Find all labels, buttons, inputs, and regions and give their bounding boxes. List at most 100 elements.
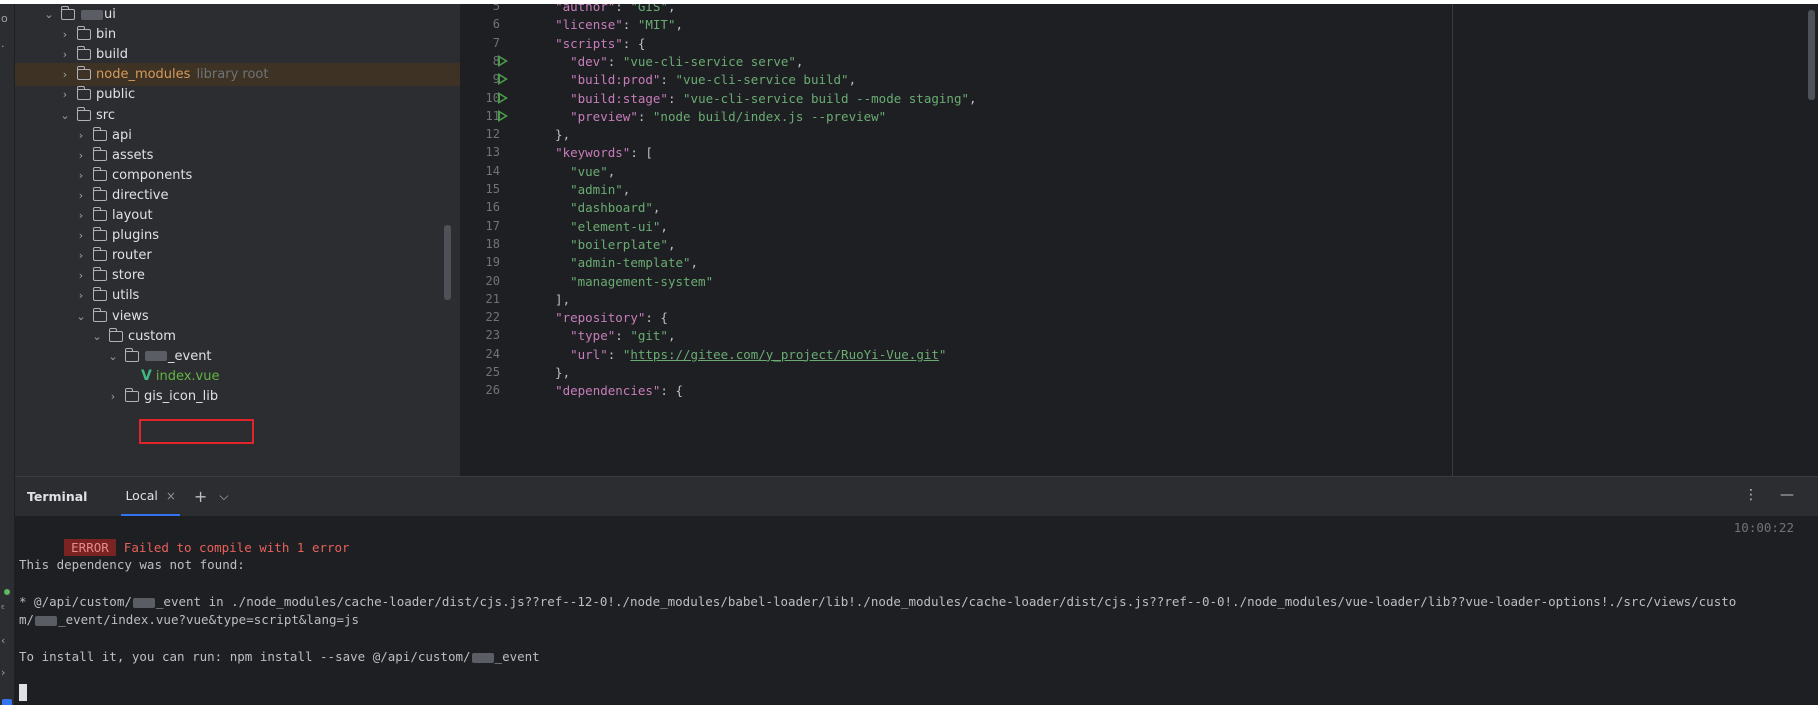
- chevron-down-icon[interactable]: ⌵: [219, 489, 228, 504]
- dep-prefix: * @/api/custom/: [19, 594, 132, 609]
- editor-gutter: 5 6 7 8 9 10 11 12 13 14 15 16 17 18 19 20 21 22 23 24 25 26: [460, 4, 530, 476]
- folder-icon: [76, 86, 91, 101]
- dep-cont-prefix: m/: [19, 612, 35, 627]
- chevron-right-icon[interactable]: ›: [75, 249, 87, 262]
- dependency-line: * @/api/custom/ _event in ./node_modules/…: [19, 592, 1736, 612]
- install-cmd: To install it, you can run: npm install …: [19, 649, 471, 664]
- folder-icon: [92, 307, 107, 322]
- chevron-down-icon[interactable]: ⌄: [43, 8, 55, 21]
- code-line: "preview": "node build/index.js --previe…: [570, 108, 887, 124]
- code-editor[interactable]: 5 6 7 8 9 10 11 12 13 14 15 16 17 18 19 20 21 22 23 24 25 26 …: [460, 4, 1818, 476]
- chevron-down-icon[interactable]: ⌄: [75, 310, 87, 323]
- tree-item-label: node_modules: [96, 67, 191, 83]
- tree-item-label: custom: [128, 328, 176, 344]
- dep-cont-path: _event/index.vue?vue&type=script&lang=js: [58, 612, 360, 627]
- terminal-output[interactable]: ERROR Failed to compile with 1 error 10:0…: [15, 516, 1818, 705]
- chevron-down-icon[interactable]: ⌄: [107, 350, 119, 363]
- chevron-down-icon[interactable]: ⌄: [91, 330, 103, 343]
- redacted-text: [132, 597, 155, 608]
- folder-icon: [124, 387, 139, 402]
- chevron-right-icon[interactable]: ›: [75, 149, 87, 162]
- timestamp: 10:00:22: [1733, 520, 1794, 535]
- code-line: "url": "https://gitee.com/y_project/RuoY…: [570, 346, 947, 362]
- dependency-line-cont: m/ _event/index.vue?vue&type=script&lang=…: [19, 610, 359, 630]
- tree-item-label: components: [112, 167, 193, 183]
- tree-item-label: store: [112, 268, 145, 284]
- toolbar-glyph-icon[interactable]: ᵋ: [1, 602, 5, 615]
- tab-local-label: Local: [125, 488, 158, 503]
- chevron-right-icon[interactable]: ›: [75, 289, 87, 302]
- chevron-right-icon[interactable]: ›: [59, 28, 71, 41]
- folder-icon: [92, 207, 107, 221]
- redacted-text: [145, 351, 167, 362]
- folder-icon: [92, 186, 107, 201]
- dep-path: _event in ./node_modules/cache-loader/di…: [155, 594, 1737, 609]
- chevron-right-icon[interactable]: ›: [107, 390, 119, 403]
- toolbar-blue-icon[interactable]: [2, 699, 12, 705]
- folder-icon: [76, 66, 91, 81]
- folder-icon: [92, 267, 107, 282]
- error-message: Failed to compile with 1 error: [123, 540, 350, 555]
- chevron-right-icon[interactable]: ›: [75, 189, 87, 202]
- tree-item-label: router: [112, 248, 152, 264]
- run-script-icon[interactable]: [498, 73, 508, 86]
- terminal-panel: Terminal Local × + ⌵ ⋮ — ERROR Failed to …: [15, 476, 1818, 705]
- chevron-right-icon[interactable]: ›: [75, 129, 87, 142]
- editor-scrollbar[interactable]: [1808, 10, 1815, 100]
- folder-icon: [76, 26, 91, 41]
- run-script-icon[interactable]: [498, 91, 508, 104]
- redacted-text: [35, 615, 58, 626]
- chevron-right-icon[interactable]: ›: [75, 169, 87, 182]
- close-icon[interactable]: ×: [166, 489, 176, 503]
- folder-icon: [92, 146, 107, 161]
- chevron-right-icon[interactable]: ›: [75, 229, 87, 242]
- run-script-icon[interactable]: [498, 109, 508, 122]
- folder-icon: [76, 46, 91, 61]
- toolbar-glyph-icon[interactable]: ·: [1, 40, 5, 53]
- minimize-icon[interactable]: —: [1780, 487, 1794, 503]
- right-margin-guide: [1452, 4, 1453, 476]
- terminal-actions: ⋮ —: [1744, 487, 1794, 503]
- error-badge: ERROR: [64, 539, 116, 556]
- left-toolbar: o · ᵋ ‹ ›: [0, 4, 15, 705]
- folder-icon: [60, 6, 75, 20]
- terminal-title: Terminal: [27, 489, 88, 504]
- add-tab-icon[interactable]: +: [194, 487, 207, 506]
- chevron-right-icon[interactable]: ›: [59, 48, 71, 61]
- tab-local[interactable]: Local ×: [121, 477, 180, 516]
- folder-icon: [108, 327, 123, 342]
- chevron-right-icon[interactable]: ›: [59, 88, 71, 101]
- tree-item[interactable]: › gis_icon_lib: [15, 385, 460, 408]
- tree-item-label: bin: [96, 27, 117, 43]
- toolbar-glyph-icon[interactable]: o: [1, 12, 8, 25]
- tree-item-label: public: [96, 87, 136, 103]
- folder-icon: [92, 287, 107, 302]
- folder-icon: [92, 126, 107, 141]
- chevron-right-icon[interactable]: ›: [75, 209, 87, 222]
- chevron-right-icon[interactable]: ›: [75, 269, 87, 282]
- tree-item-label: ui: [104, 7, 116, 22]
- not-found-line: This dependency was not found:: [19, 557, 245, 572]
- tree-item-label: api: [112, 127, 132, 143]
- selection-highlight-box: [139, 419, 254, 444]
- code-line: "dependencies": {: [555, 383, 683, 399]
- folder-icon: [92, 166, 107, 181]
- vue-file-icon: V: [141, 368, 152, 385]
- tree-item-label: gis_icon_lib: [144, 388, 219, 404]
- chevron-right-icon[interactable]: ›: [59, 68, 71, 81]
- folder-icon: [92, 227, 107, 242]
- chevron-down-icon[interactable]: ⌄: [59, 109, 71, 122]
- run-script-icon[interactable]: [498, 54, 508, 67]
- tree-item-label: index.vue: [155, 368, 220, 384]
- tree-item-label: utils: [112, 288, 140, 304]
- tree-item-label: src: [96, 107, 115, 123]
- toolbar-glyph-icon[interactable]: ‹: [1, 634, 5, 647]
- status-dot-icon: [4, 589, 10, 595]
- tree-item-label: directive: [112, 187, 169, 203]
- more-options-icon[interactable]: ⋮: [1744, 487, 1758, 503]
- chevron-right-icon[interactable]: ›: [1, 666, 5, 679]
- folder-icon: [124, 347, 139, 362]
- line-number: 26: [485, 383, 500, 398]
- tree-item-label: plugins: [112, 228, 159, 244]
- tree-scrollbar[interactable]: [444, 225, 451, 300]
